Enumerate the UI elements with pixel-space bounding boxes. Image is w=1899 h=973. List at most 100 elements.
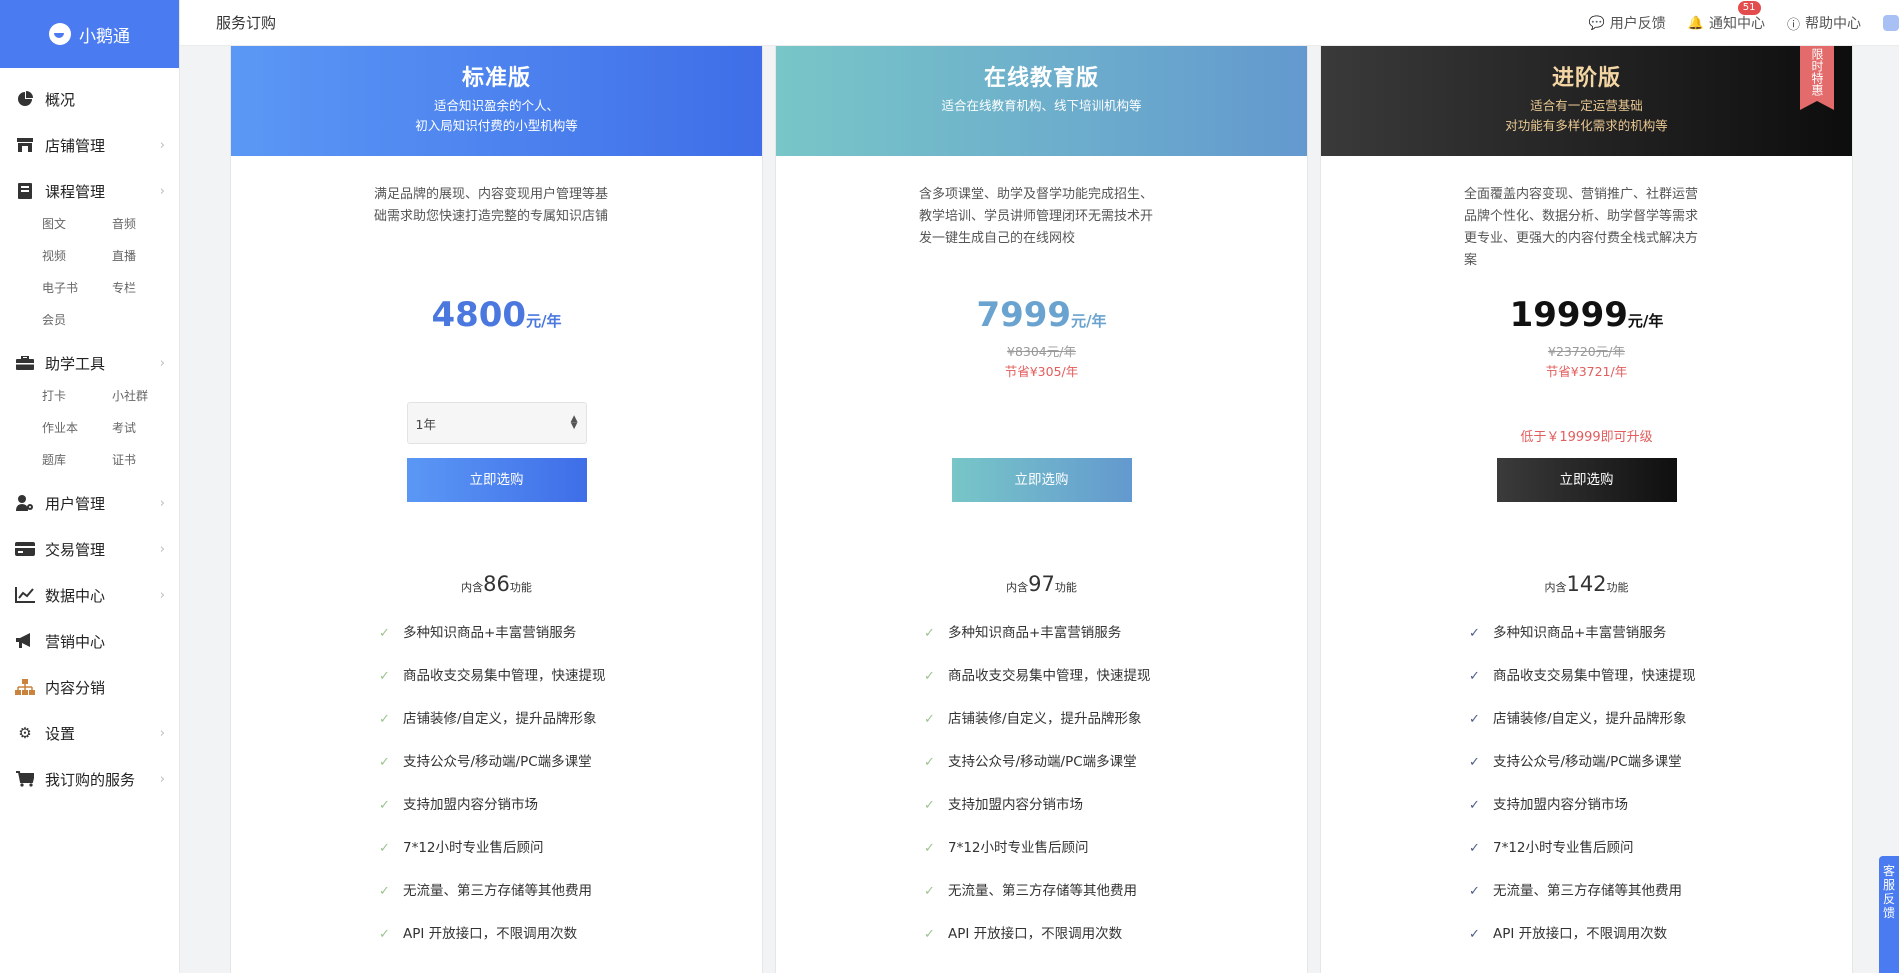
avatar[interactable] [1883,15,1899,31]
feedback-link[interactable]: 💬 用户反馈 [1589,13,1666,33]
check-icon: ✓ [924,626,935,641]
feature-count-prefix: 内含 [461,581,484,594]
original-price: ¥8304元/年 [1007,344,1076,359]
customer-service-tab[interactable]: 客服反馈 [1879,856,1899,973]
sidebar-item-distribution[interactable]: 内容分销 [0,664,179,710]
page-title: 服务订购 [216,14,277,32]
submenu-item[interactable]: 直播 [112,240,182,272]
feature-label: 7*12小时专业售后顾问 [1493,840,1634,856]
submenu-item[interactable]: 专栏 [112,272,182,304]
feature-count-prefix: 内含 [1544,581,1567,594]
sidebar-item-overview[interactable]: 概况 [0,76,179,122]
sidebar-item-settings[interactable]: ⚙ 设置 › [0,710,179,756]
sidebar-item-courses[interactable]: 课程管理 › [0,168,179,214]
feature-item: ✓ 7*12小时专业售后顾问 [924,827,1307,870]
plan-cards: 标准版 适合知识盈余的个人、 初入局知识付费的小型机构等 满足品牌的展现、内容变… [230,46,1853,973]
trend-chart-icon [15,587,35,603]
sidebar-item-users[interactable]: 用户管理 › [0,480,179,526]
sidebar-item-data[interactable]: 数据中心 › [0,572,179,618]
saving-amount: 节省¥3721/年 [1545,364,1628,379]
limited-offer-ribbon: 限时特惠 [1800,46,1834,110]
check-icon: ✓ [1469,712,1480,727]
price-amount: 19999 [1509,295,1628,335]
feature-count-suffix: 功能 [1054,581,1077,594]
feature-count: 内含97功能 [776,572,1307,596]
chevron-right-icon: › [159,725,165,741]
chat-bubble-icon: 💬 [1588,15,1605,31]
check-icon: ✓ [924,798,935,813]
plan-subtitle: 适合知识盈余的个人、 初入局知识付费的小型机构等 [231,96,762,136]
feature-count-suffix: 功能 [509,581,532,594]
feature-label: 支持公众号/移动端/PC端多课堂 [1493,754,1682,770]
help-center-link[interactable]: ⓘ 帮助中心 [1787,13,1861,33]
sidebar-item-transactions[interactable]: 交易管理 › [0,526,179,572]
feature-label: API 开放接口，不限调用次数 [403,926,578,942]
feature-item: ✓ 支持公众号/移动端/PC端多课堂 [924,741,1307,784]
feature-item: ✓ API 开放接口，不限调用次数 [1469,913,1852,956]
buy-button[interactable]: 立即选购 [951,458,1132,502]
feature-item: ✓ 无流量、第三方存储等其他费用 [379,870,762,913]
course-submenu: 图文 音频 视频 直播 电子书 专栏 会员 [0,208,179,336]
submenu-item[interactable]: 题库 [42,444,112,476]
feature-item: ✓ 商品收支交易集中管理，快速提现 [379,655,762,698]
gear-icon: ⚙ [18,724,32,742]
plan-name: 标准版 [461,66,531,91]
notification-center-link[interactable]: 🔔 通知中心 51 [1687,1,1765,33]
sidebar-item-marketing[interactable]: 营销中心 [0,618,179,664]
plan-subtitle-line: 适合在线教育机构、线下培训机构等 [941,98,1142,113]
org-chart-icon [15,679,35,695]
feature-item: ✓ 商品收支交易集中管理，快速提现 [1469,655,1852,698]
sidebar-item-label: 我订购的服务 [45,770,136,789]
feature-label: 多种知识商品+丰富营销服务 [1493,625,1667,641]
check-icon: ✓ [1469,798,1480,813]
check-icon: ✓ [1469,927,1480,942]
check-icon: ✓ [1469,841,1480,856]
buy-button[interactable]: 立即选购 [406,458,587,502]
duration-select[interactable]: 1年 ▲ ▼ [406,402,587,444]
feature-label: 无流量、第三方存储等其他费用 [1493,883,1682,899]
feature-item: ✓ 支持加盟内容分销市场 [1469,784,1852,827]
submenu-item[interactable]: 视频 [42,240,112,272]
bell-icon: 🔔 [1687,15,1704,31]
plan-header: 在线教育版 适合在线教育机构、线下培训机构等 [776,46,1307,156]
sidebar-item-learning-tools[interactable]: 助学工具 › [0,340,179,386]
feature-count-number: 142 [1566,572,1607,596]
submenu-item[interactable]: 会员 [42,304,112,336]
customer-service-label: 客服反馈 [1882,864,1895,920]
feature-label: 7*12小时专业售后顾问 [403,840,544,856]
feature-item: ✓ API 开放接口，不限调用次数 [379,913,762,956]
plan-subtitle-line: 适合有一定运营基础 [1530,98,1643,113]
feature-label: 店铺装修/自定义，提升品牌形象 [948,711,1142,727]
logo[interactable]: 小鹅通 [0,0,179,68]
chevron-right-icon: › [159,587,165,603]
sidebar-item-store[interactable]: 店铺管理 › [0,122,179,168]
pie-chart-icon [15,91,35,107]
logo-icon [49,23,71,45]
feature-item: ✓ 多种知识商品+丰富营销服务 [379,612,762,655]
check-icon: ✓ [379,798,390,813]
chevron-right-icon: › [159,541,165,557]
sidebar-item-label: 概况 [45,90,76,109]
check-icon: ✓ [924,884,935,899]
sidebar-item-label: 交易管理 [45,540,106,559]
toolbox-icon [15,355,35,371]
feature-item: ✓ 无流量、第三方存储等其他费用 [924,870,1307,913]
sidebar-item-my-services[interactable]: 我订购的服务 › [0,756,179,802]
check-icon: ✓ [379,927,390,942]
duration-select-value: 1年 [415,416,436,432]
plan-header: 标准版 适合知识盈余的个人、 初入局知识付费的小型机构等 [231,46,762,156]
sidebar-item-label: 店铺管理 [45,136,106,155]
plan-subtitle-line: 对功能有多样化需求的机构等 [1505,118,1668,133]
buy-button[interactable]: 立即选购 [1496,458,1677,502]
submenu-item[interactable]: 考试 [112,412,182,444]
submenu-item[interactable]: 电子书 [42,272,112,304]
submenu-item[interactable]: 证书 [112,444,182,476]
plan-card-education: 在线教育版 适合在线教育机构、线下培训机构等 含多项课堂、助学及督学功能完成招生… [775,46,1308,973]
chevron-right-icon: › [159,355,165,371]
feature-label: 商品收支交易集中管理，快速提现 [403,668,606,684]
submenu-item[interactable]: 作业本 [42,412,112,444]
check-icon: ✓ [1469,626,1480,641]
feature-count: 内含86功能 [231,572,762,596]
feature-count-number: 86 [483,572,510,596]
sidebar-item-label: 营销中心 [45,632,106,651]
